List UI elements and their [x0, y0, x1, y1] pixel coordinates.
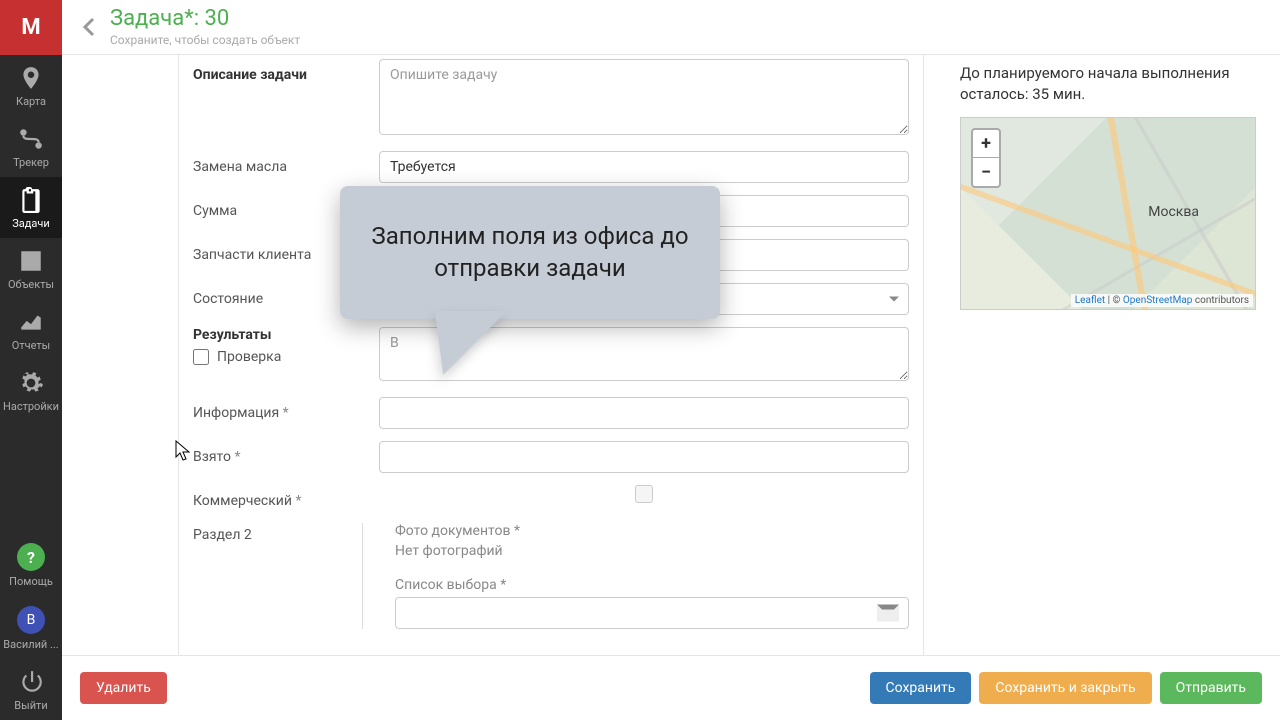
page-header: Задача*: 30 Сохраните, чтобы создать объ… — [62, 0, 1280, 55]
help-icon: ? — [17, 543, 45, 571]
info-input[interactable] — [379, 397, 909, 429]
sidebar-item-settings[interactable]: Настройки — [0, 360, 62, 421]
clipboard-icon — [18, 187, 44, 213]
chart-icon — [18, 309, 44, 335]
zoom-out-button[interactable]: − — [973, 158, 999, 186]
save-button[interactable]: Сохранить — [870, 672, 972, 704]
photos-empty-text: Нет фотографий — [395, 543, 909, 559]
leaflet-link[interactable]: Leaflet — [1075, 295, 1105, 306]
oil-input[interactable] — [379, 151, 909, 183]
map-city-label: Москва — [1148, 204, 1199, 220]
countdown-text: До планируемого начала выполнения остало… — [940, 55, 1276, 117]
tutorial-tooltip: Заполним поля из офиса до отправки задач… — [340, 186, 720, 319]
page-subtitle: Сохраните, чтобы создать объект — [110, 33, 300, 47]
route-icon — [18, 126, 44, 152]
avatar: В — [17, 606, 45, 634]
map-widget[interactable]: Москва + − Leaflet | © OpenStreetMap con… — [960, 117, 1256, 310]
check-proverka[interactable] — [193, 349, 209, 365]
taken-input[interactable] — [379, 441, 909, 473]
sidebar-item-label: Выйти — [14, 699, 47, 712]
choicelist-select[interactable] — [395, 597, 909, 629]
chevron-down-icon — [877, 605, 899, 622]
label-results: Результаты — [193, 327, 379, 343]
footer-bar: Удалить Сохранить Сохранить и закрыть От… — [62, 655, 1280, 720]
chevron-down-icon — [889, 297, 899, 302]
sidebar-item-label: Трекер — [13, 156, 49, 169]
sidebar-item-user[interactable]: В Василий ... — [0, 596, 62, 659]
label-description: Описание задачи — [193, 59, 379, 83]
sidebar-item-label: Объекты — [8, 278, 54, 291]
sidebar: М Карта Трекер Задачи Объекты Отчеты Нас… — [0, 0, 62, 720]
label-choicelist: Список выбора * — [395, 577, 909, 593]
zoom-in-button[interactable]: + — [973, 130, 999, 158]
map-zoom: + − — [971, 128, 1001, 188]
sidebar-item-tasks[interactable]: Задачи — [0, 177, 62, 238]
sidebar-item-exit[interactable]: Выйти — [0, 659, 62, 720]
delete-button[interactable]: Удалить — [80, 672, 167, 704]
right-column: До планируемого начала выполнения остало… — [940, 55, 1276, 310]
sidebar-item-reports[interactable]: Отчеты — [0, 299, 62, 360]
content-area: Описание задачи Замена масла Сумма Запча… — [62, 55, 1280, 655]
map-tiles — [961, 118, 1255, 309]
label-oil: Замена масла — [193, 151, 379, 175]
sidebar-item-help[interactable]: ? Помощь — [0, 533, 62, 596]
form-panel: Описание задачи Замена масла Сумма Запча… — [178, 55, 924, 655]
results-section: Результаты Проверка — [193, 327, 379, 365]
save-close-button[interactable]: Сохранить и закрыть — [979, 672, 1151, 704]
app-logo[interactable]: М — [0, 0, 62, 55]
sidebar-item-label: Карта — [16, 95, 46, 108]
send-button[interactable]: Отправить — [1160, 672, 1262, 704]
building-icon — [18, 248, 44, 274]
sidebar-item-label: Отчеты — [12, 339, 50, 352]
back-button[interactable] — [70, 7, 110, 47]
sidebar-item-label: Помощь — [9, 575, 53, 588]
commercial-checkbox[interactable] — [635, 485, 653, 503]
power-icon — [18, 669, 44, 695]
tooltip-text: Заполним поля из офиса до отправки задач… — [371, 222, 688, 282]
sidebar-item-tracker[interactable]: Трекер — [0, 116, 62, 177]
check-label: Проверка — [217, 349, 281, 365]
osm-link[interactable]: OpenStreetMap — [1123, 295, 1193, 306]
chevron-left-icon — [78, 15, 102, 39]
label-photos: Фото документов * — [395, 523, 909, 539]
label-taken: Взято * — [193, 441, 379, 465]
section-2: Раздел 2 Фото документов * Нет фотографи… — [193, 523, 909, 629]
gear-icon — [18, 370, 44, 396]
sidebar-item-label: Василий ... — [3, 638, 58, 651]
page-title: Задача*: 30 — [110, 7, 300, 31]
pin-icon — [18, 65, 44, 91]
label-commercial: Коммерческий * — [193, 485, 379, 509]
description-textarea[interactable] — [379, 59, 909, 135]
sidebar-item-map[interactable]: Карта — [0, 55, 62, 116]
label-info: Информация * — [193, 397, 379, 421]
sidebar-item-label: Настройки — [3, 400, 59, 413]
sidebar-item-label: Задачи — [12, 217, 49, 230]
sidebar-item-objects[interactable]: Объекты — [0, 238, 62, 299]
map-attribution: Leaflet | © OpenStreetMap contributors — [1071, 294, 1253, 307]
label-section2: Раздел 2 — [193, 523, 363, 629]
